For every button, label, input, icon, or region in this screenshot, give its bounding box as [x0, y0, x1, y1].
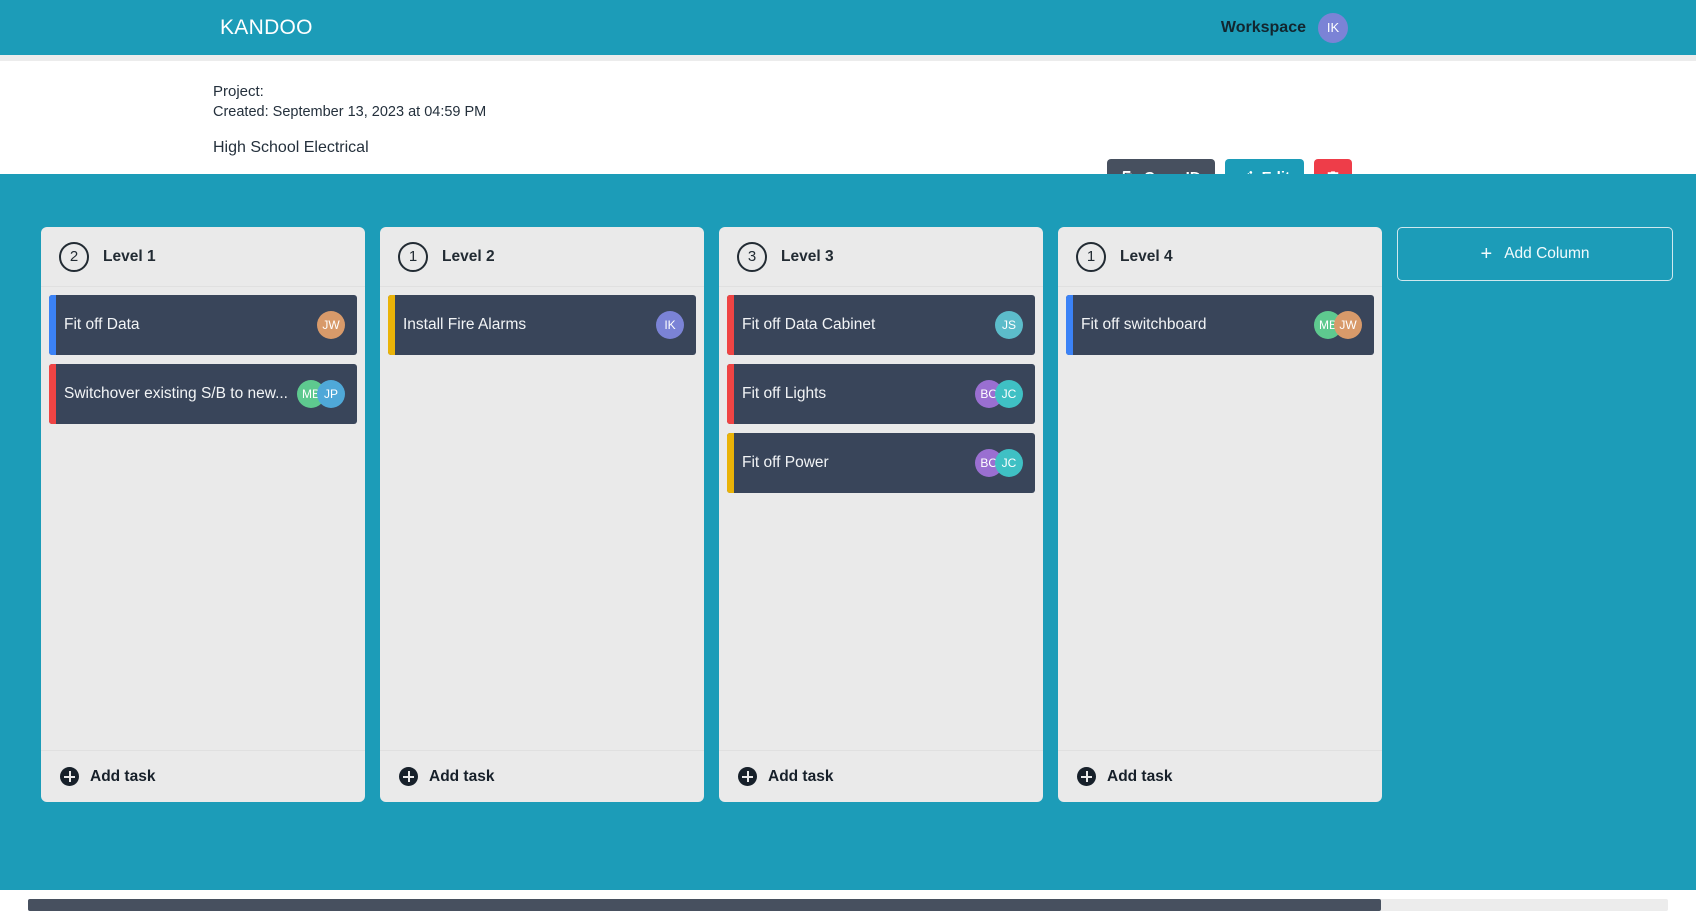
- task-title: Switchover existing S/B to new...: [64, 385, 288, 402]
- column-task-count: 2: [59, 241, 89, 272]
- column-task-list: Fit off Data Cabinet JS Fit off Lights BO JC…: [719, 287, 1043, 750]
- task-card[interactable]: Fit off Power BO JC: [727, 433, 1035, 493]
- task-title: Fit off Data: [64, 316, 140, 333]
- project-label: Project:: [213, 83, 264, 100]
- task-priority-bar: [388, 295, 395, 355]
- plus-icon: [738, 767, 757, 786]
- column-header: 1 Level 2: [380, 227, 704, 287]
- avatar-initials: IK: [1326, 20, 1340, 35]
- task-title: Install Fire Alarms: [403, 316, 527, 333]
- task-card[interactable]: Fit off Data Cabinet JS: [727, 295, 1035, 355]
- task-title: Fit off Data Cabinet: [742, 316, 876, 333]
- avatar[interactable]: JW: [317, 311, 345, 339]
- column-header: 2 Level 1: [41, 227, 365, 287]
- column-task-count: 1: [1076, 241, 1106, 272]
- avatar-initials: JS: [1001, 318, 1016, 332]
- task-title: Fit off Lights: [742, 385, 827, 402]
- task-priority-bar: [727, 364, 734, 424]
- kanban-column: 2 Level 1 Fit off Data JW Switchover existin…: [41, 227, 365, 802]
- kanban-board: 2 Level 1 Fit off Data JW Switchover existin…: [0, 174, 1696, 920]
- task-assignees: MB JP: [297, 380, 357, 408]
- avatar[interactable]: JP: [317, 380, 345, 408]
- column-task-list: Fit off Data JW Switchover existing S/B to…: [41, 287, 365, 750]
- column-task-list: Fit off switchboard MB JW: [1058, 287, 1382, 750]
- add-task-button[interactable]: Add task: [1058, 750, 1382, 802]
- add-task-button[interactable]: Add task: [41, 750, 365, 802]
- task-priority-bar: [727, 295, 734, 355]
- avatar-initials: JC: [1001, 387, 1017, 401]
- kanban-columns: 2 Level 1 Fit off Data JW Switchover existin…: [0, 174, 1696, 920]
- add-task-label: Add task: [90, 767, 156, 785]
- task-priority-bar: [49, 295, 56, 355]
- avatar-initials: JW: [1339, 318, 1357, 332]
- column-header: 1 Level 4: [1058, 227, 1382, 287]
- add-column-button[interactable]: + Add Column: [1397, 227, 1673, 281]
- column-header: 3 Level 3: [719, 227, 1043, 287]
- plus-icon: [1077, 767, 1096, 786]
- column-task-count: 3: [737, 241, 767, 272]
- avatar-initials: JW: [322, 318, 340, 332]
- kanban-column: 1 Level 2 Install Fire Alarms IK Add task: [380, 227, 704, 802]
- add-task-label: Add task: [1107, 767, 1173, 785]
- avatar[interactable]: IK: [1318, 12, 1348, 43]
- kanban-column: 1 Level 4 Fit off switchboard MB JW Add task: [1058, 227, 1382, 802]
- task-assignees: JW: [317, 311, 357, 339]
- task-assignees: JS: [995, 311, 1035, 339]
- plus-icon: +: [1480, 243, 1493, 265]
- horizontal-scrollbar[interactable]: [0, 890, 1696, 920]
- column-task-list: Install Fire Alarms IK: [380, 287, 704, 750]
- app-logo[interactable]: KANDOO: [220, 16, 313, 40]
- avatar[interactable]: JC: [995, 380, 1023, 408]
- column-title[interactable]: Level 1: [103, 248, 156, 266]
- task-assignees: BO JC: [975, 449, 1035, 477]
- task-title: Fit off switchboard: [1081, 316, 1207, 333]
- add-task-label: Add task: [429, 767, 495, 785]
- app-root: KANDOO Workspace IK Project: Created: Se…: [0, 0, 1696, 920]
- avatar-initials: JC: [1001, 456, 1017, 470]
- task-card[interactable]: Fit off switchboard MB JW: [1066, 295, 1374, 355]
- task-title: Fit off Power: [742, 454, 829, 471]
- avatar[interactable]: JC: [995, 449, 1023, 477]
- column-title[interactable]: Level 4: [1120, 248, 1173, 266]
- avatar-initials: JP: [323, 387, 338, 401]
- task-priority-bar: [727, 433, 734, 493]
- project-created-date: Created: September 13, 2023 at 04:59 PM: [213, 104, 487, 120]
- task-assignees: MB JW: [1314, 311, 1374, 339]
- workspace-link[interactable]: Workspace: [1221, 19, 1306, 37]
- task-priority-bar: [49, 364, 56, 424]
- add-column-label: Add Column: [1504, 245, 1590, 262]
- avatar[interactable]: JW: [1334, 311, 1362, 339]
- column-title[interactable]: Level 2: [442, 248, 495, 266]
- task-card[interactable]: Fit off Data JW: [49, 295, 357, 355]
- avatar[interactable]: JS: [995, 311, 1023, 339]
- plus-icon: [399, 767, 418, 786]
- avatar-initials: IK: [664, 318, 676, 332]
- scrollbar-track[interactable]: [28, 899, 1668, 911]
- plus-icon: [60, 767, 79, 786]
- add-task-button[interactable]: Add task: [380, 750, 704, 802]
- kanban-column: 3 Level 3 Fit off Data Cabinet JS Fit off Li…: [719, 227, 1043, 802]
- task-priority-bar: [1066, 295, 1073, 355]
- column-task-count: 1: [398, 241, 428, 272]
- column-title[interactable]: Level 3: [781, 248, 834, 266]
- add-task-label: Add task: [768, 767, 834, 785]
- task-card[interactable]: Install Fire Alarms IK: [388, 295, 696, 355]
- avatar[interactable]: IK: [656, 311, 684, 339]
- task-card[interactable]: Switchover existing S/B to new... MB JP: [49, 364, 357, 424]
- scrollbar-thumb[interactable]: [28, 899, 1381, 911]
- navbar-right-group: Workspace IK: [1221, 12, 1348, 43]
- task-assignees: IK: [656, 311, 696, 339]
- add-task-button[interactable]: Add task: [719, 750, 1043, 802]
- task-assignees: BO JC: [975, 380, 1035, 408]
- task-card[interactable]: Fit off Lights BO JC: [727, 364, 1035, 424]
- project-title: High School Electrical: [213, 139, 369, 156]
- top-navbar: KANDOO Workspace IK: [0, 0, 1696, 55]
- project-header-bar: Project: Created: September 13, 2023 at …: [0, 61, 1696, 195]
